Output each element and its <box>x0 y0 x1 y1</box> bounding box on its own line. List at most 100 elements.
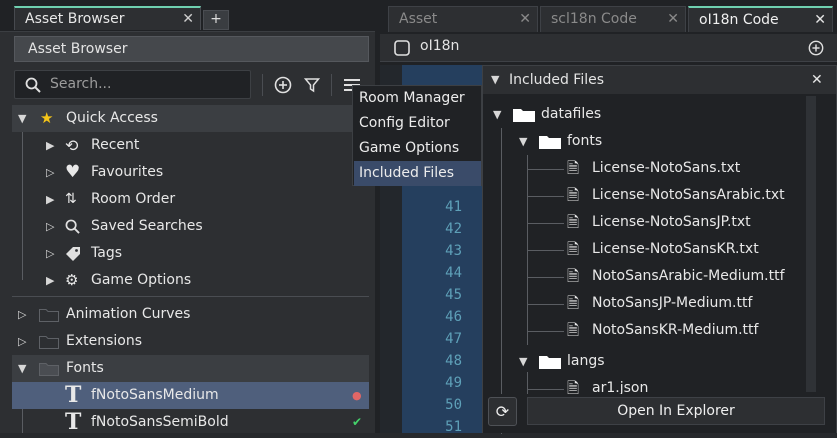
file-icon: 🗎 <box>567 240 580 258</box>
tree-label: License-NotoSansJP.txt <box>592 214 751 230</box>
plus-circle-icon[interactable] <box>808 40 824 56</box>
item-label: Recent <box>91 137 140 153</box>
font-asset-row[interactable]: T fNotoSansSemiBold ✔ <box>12 409 369 436</box>
group-label: Extensions <box>66 333 143 349</box>
line-number: 50 <box>445 397 462 413</box>
close-icon[interactable]: ✕ <box>182 8 194 30</box>
tab-asset[interactable]: Asset ✕ <box>388 6 538 32</box>
line-number: 45 <box>445 287 462 303</box>
plus-circle-icon <box>274 76 292 94</box>
chevron-down-icon: ▼ <box>18 362 27 375</box>
tab-label: oI18n Code <box>699 12 779 28</box>
search-placeholder: Search... <box>50 76 112 92</box>
gear-icon: ⚙ <box>65 271 79 289</box>
included-files-footer: ⟳ Open In Explorer <box>483 394 836 433</box>
tree-label: License-NotoSans.txt <box>592 160 741 176</box>
folder-icon <box>539 136 561 149</box>
item-label: Room Order <box>91 191 176 207</box>
tab-scl18n-code[interactable]: scl18n Code ✕ <box>540 6 686 32</box>
quick-access-item-game-options[interactable]: ▶ ⚙ Game Options <box>12 267 369 294</box>
quick-access-item-favourites[interactable]: ▷ ♥ Favourites <box>12 159 369 186</box>
tree-branch <box>528 223 564 224</box>
refresh-button[interactable]: ⟳ <box>488 397 517 426</box>
menu-item-game-options[interactable]: Game Options <box>354 136 481 161</box>
search-input[interactable]: Search... <box>14 70 251 99</box>
add-tab-button[interactable]: + <box>203 10 229 30</box>
star-icon: ★ <box>40 109 54 127</box>
filter-button[interactable] <box>299 72 325 98</box>
group-extensions[interactable]: ▷ Extensions <box>12 328 369 355</box>
line-number: 48 <box>445 353 462 369</box>
item-label: Tags <box>91 245 122 261</box>
tree-label: NotoSansArabic-Medium.ttf <box>592 268 785 284</box>
filter-icon <box>303 78 321 93</box>
group-label: Fonts <box>66 360 104 376</box>
editor-title-bar: oI18n <box>380 34 837 62</box>
asset-browser-menu: Room Manager Config Editor Game Options … <box>352 85 482 186</box>
close-icon[interactable]: ✕ <box>667 7 679 31</box>
menu-item-room-manager[interactable]: Room Manager <box>354 86 481 111</box>
tree-branch <box>528 331 564 332</box>
menu-item-included-files[interactable]: Included Files <box>354 161 481 186</box>
chevron-right-icon: ▷ <box>46 247 55 260</box>
chevron-right-icon: ▷ <box>18 335 27 348</box>
quick-access-header[interactable]: ▼ ★ Quick Access <box>12 105 369 132</box>
close-icon[interactable]: ✕ <box>519 7 531 31</box>
tab-label: Asset <box>399 11 438 27</box>
tab-oi18n-code[interactable]: oI18n Code ✕ <box>688 6 833 32</box>
tab-asset-browser[interactable]: Asset Browser ✕ <box>14 6 201 30</box>
menu-item-config-editor[interactable]: Config Editor <box>354 111 481 136</box>
chevron-down-icon: ▼ <box>519 355 528 368</box>
file-icon: 🗎 <box>567 186 580 204</box>
group-fonts[interactable]: ▼ Fonts <box>12 355 369 382</box>
font-icon: T <box>65 409 82 435</box>
tree-branch <box>528 277 564 278</box>
toolbar-divider <box>262 74 263 96</box>
font-label: fNotoSansSemiBold <box>91 414 229 430</box>
tree-branch <box>528 250 564 251</box>
chevron-right-icon: ▶ <box>46 139 55 152</box>
tree-label: NotoSansJP-Medium.ttf <box>592 295 753 311</box>
check-icon: ✔ <box>352 415 363 429</box>
quick-access-item-recent[interactable]: ▶ ⟲ Recent <box>12 132 369 159</box>
object-icon <box>394 40 410 56</box>
font-label: fNotoSansMedium <box>91 387 219 403</box>
folder-icon <box>39 309 59 322</box>
quick-access-item-room-order[interactable]: ▶ ⇅ Room Order <box>12 186 369 213</box>
line-number: 42 <box>445 221 462 237</box>
create-asset-button[interactable] <box>270 72 296 98</box>
file-icon: 🗎 <box>567 159 580 177</box>
scroll-thumb[interactable] <box>806 96 816 392</box>
tag-icon <box>66 247 80 261</box>
scrollbar[interactable] <box>806 96 816 392</box>
refresh-icon: ⟳ <box>495 402 510 421</box>
chevron-right-icon: ▷ <box>46 166 55 179</box>
line-number: 43 <box>445 243 462 259</box>
search-icon <box>65 219 80 234</box>
file-icon: 🗎 <box>567 321 580 339</box>
group-label: Animation Curves <box>66 306 191 322</box>
open-in-explorer-button[interactable]: Open In Explorer <box>527 397 825 425</box>
file-icon: 🗎 <box>567 213 580 231</box>
quick-access-item-saved-searches[interactable]: ▷ Saved Searches <box>12 213 369 240</box>
close-icon[interactable]: ✕ <box>814 8 826 32</box>
folder-icon <box>513 109 535 122</box>
chevron-down-icon[interactable]: ▼ <box>491 66 499 94</box>
file-icon: 🗎 <box>567 294 580 312</box>
panel-title: Asset Browser <box>14 36 369 62</box>
chevron-down-icon: ▼ <box>18 112 27 125</box>
tree-label: langs <box>567 353 605 369</box>
tab-label: Asset Browser <box>25 11 125 27</box>
folder-icon <box>39 363 59 376</box>
quick-access-item-tags[interactable]: ▷ Tags <box>12 240 369 267</box>
font-icon: T <box>65 382 82 408</box>
font-asset-row[interactable]: T fNotoSansMedium ● <box>12 382 369 409</box>
included-files-window: ▼ Included Files ✕ ▼ datafiles ▼ fonts 🗎… <box>482 65 837 434</box>
close-icon[interactable]: ✕ <box>811 66 823 94</box>
search-icon <box>25 77 41 93</box>
group-animation-curves[interactable]: ▷ Animation Curves <box>12 301 369 328</box>
line-number: 49 <box>445 375 462 391</box>
tree-label: fonts <box>567 133 603 149</box>
folder-icon <box>39 336 59 349</box>
included-files-header: ▼ Included Files ✕ <box>483 66 836 94</box>
